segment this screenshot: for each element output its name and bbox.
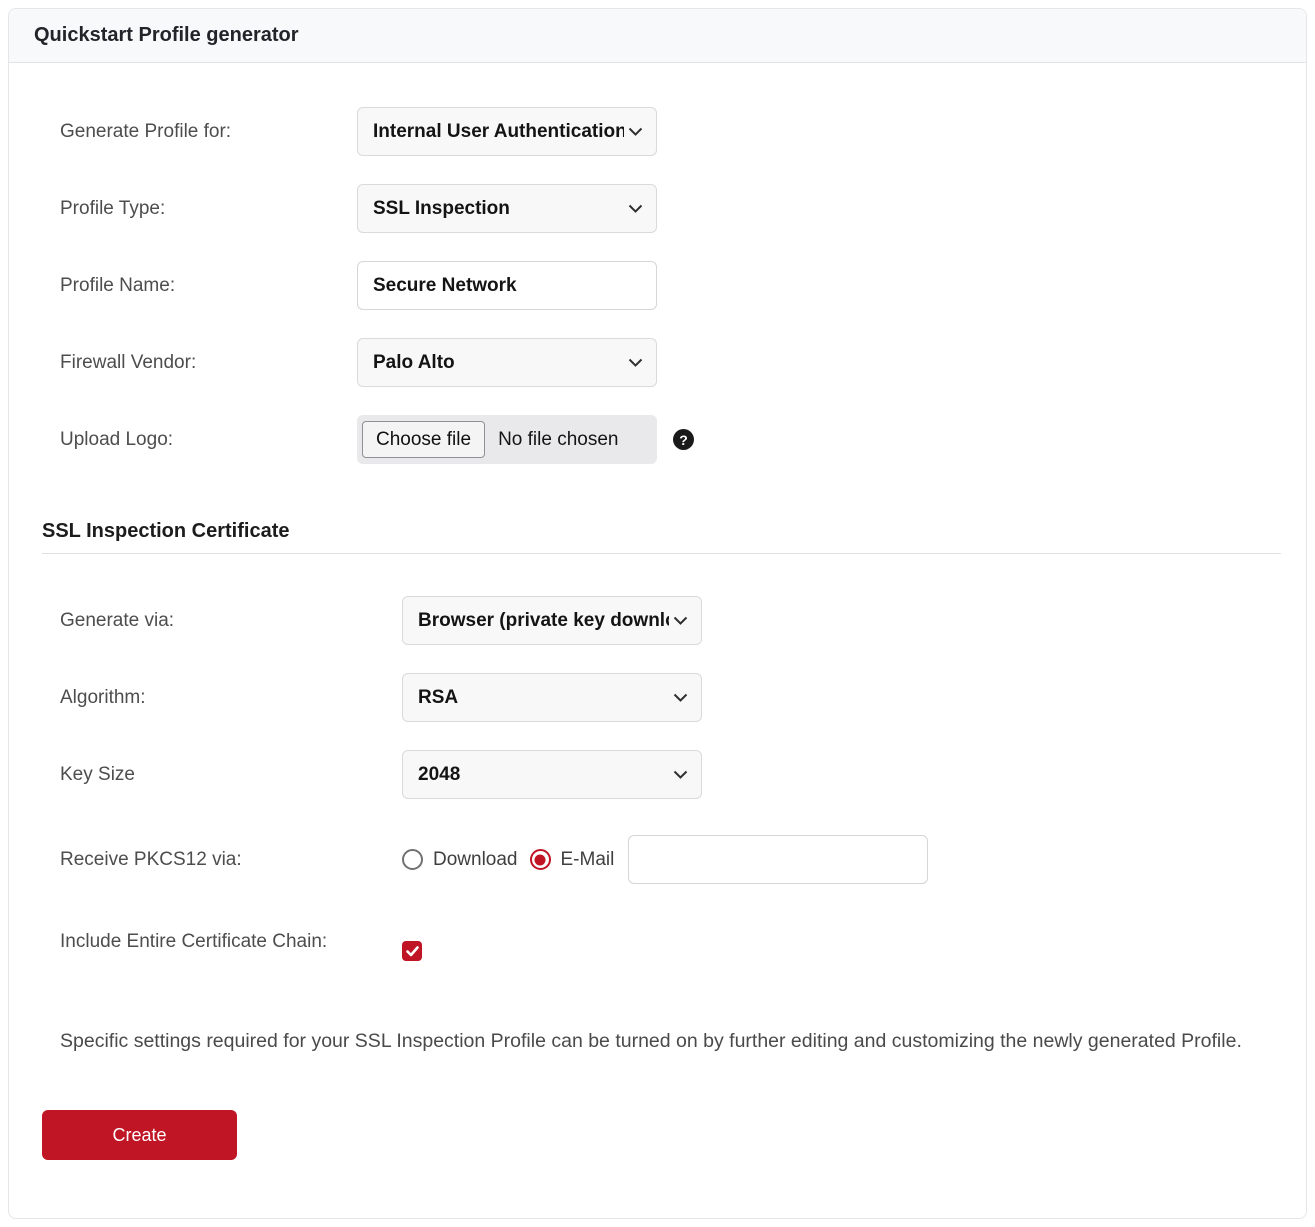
algorithm-select[interactable]: RSA [402,673,702,722]
profile-settings-note: Specific settings required for your SSL … [60,1030,1281,1053]
key-size-label: Key Size [60,760,402,790]
row-include-chain: Include Entire Certificate Chain: [60,927,1281,976]
row-profile-type: Profile Type: SSL Inspection [60,184,1281,233]
include-chain-checkbox[interactable] [402,941,422,961]
chevron-down-icon [628,358,643,368]
generate-profile-for-value: Internal User Authentication [373,121,624,143]
checkmark-icon [406,946,419,957]
profile-type-value: SSL Inspection [373,198,510,220]
chevron-down-icon [628,204,643,214]
generate-via-value: Browser (private key download) [418,610,669,632]
download-radio[interactable] [402,849,423,870]
profile-type-label: Profile Type: [60,194,357,224]
profile-name-label: Profile Name: [60,271,357,301]
page-title: Quickstart Profile generator [34,24,299,47]
choose-file-button[interactable]: Choose file [362,421,485,458]
row-profile-name: Profile Name: [60,261,1281,310]
profile-type-select[interactable]: SSL Inspection [357,184,657,233]
upload-logo-file-input[interactable]: Choose file No file chosen [357,415,657,464]
email-radio-label[interactable]: E-Mail [561,849,615,871]
key-size-select[interactable]: 2048 [402,750,702,799]
generate-via-select[interactable]: Browser (private key download) [402,596,702,645]
receive-pkcs12-label: Receive PKCS12 via: [60,845,402,875]
firewall-vendor-select[interactable]: Palo Alto [357,338,657,387]
generate-via-label: Generate via: [60,606,402,636]
key-size-value: 2048 [418,764,460,786]
chevron-down-icon [673,693,688,703]
upload-logo-label: Upload Logo: [60,425,357,455]
generate-profile-for-select[interactable]: Internal User Authentication [357,107,657,156]
row-key-size: Key Size 2048 [60,750,1281,799]
row-generate-profile-for: Generate Profile for: Internal User Auth… [60,107,1281,156]
row-receive-pkcs12: Receive PKCS12 via: Download E-Mail [60,835,1281,884]
chevron-down-icon [673,616,688,626]
row-generate-via: Generate via: Browser (private key downl… [60,596,1281,645]
firewall-vendor-label: Firewall Vendor: [60,348,357,378]
row-firewall-vendor: Firewall Vendor: Palo Alto [60,338,1281,387]
section-divider [42,553,1281,554]
generate-profile-for-label: Generate Profile for: [60,117,357,147]
quickstart-profile-card: Quickstart Profile generator Generate Pr… [8,8,1307,1219]
include-chain-label: Include Entire Certificate Chain: [60,927,402,957]
chevron-down-icon [628,127,643,137]
profile-name-input[interactable] [357,261,657,310]
ssl-certificate-section-heading: SSL Inspection Certificate [42,520,1281,543]
card-header: Quickstart Profile generator [9,9,1306,63]
email-address-input[interactable] [628,835,928,884]
algorithm-label: Algorithm: [60,683,402,713]
row-algorithm: Algorithm: RSA [60,673,1281,722]
chevron-down-icon [673,770,688,780]
firewall-vendor-value: Palo Alto [373,352,455,374]
row-upload-logo: Upload Logo: Choose file No file chosen … [60,415,1281,464]
upload-logo-filewrap: Choose file No file chosen ? [357,415,694,464]
receive-pkcs12-radio-group: Download E-Mail [402,835,928,884]
download-radio-label[interactable]: Download [433,849,518,871]
create-button[interactable]: Create [42,1110,237,1160]
algorithm-value: RSA [418,687,458,709]
card-body: Generate Profile for: Internal User Auth… [9,63,1306,1214]
email-radio[interactable] [530,849,551,870]
help-question-icon[interactable]: ? [673,429,694,450]
file-chosen-status: No file chosen [498,429,618,451]
